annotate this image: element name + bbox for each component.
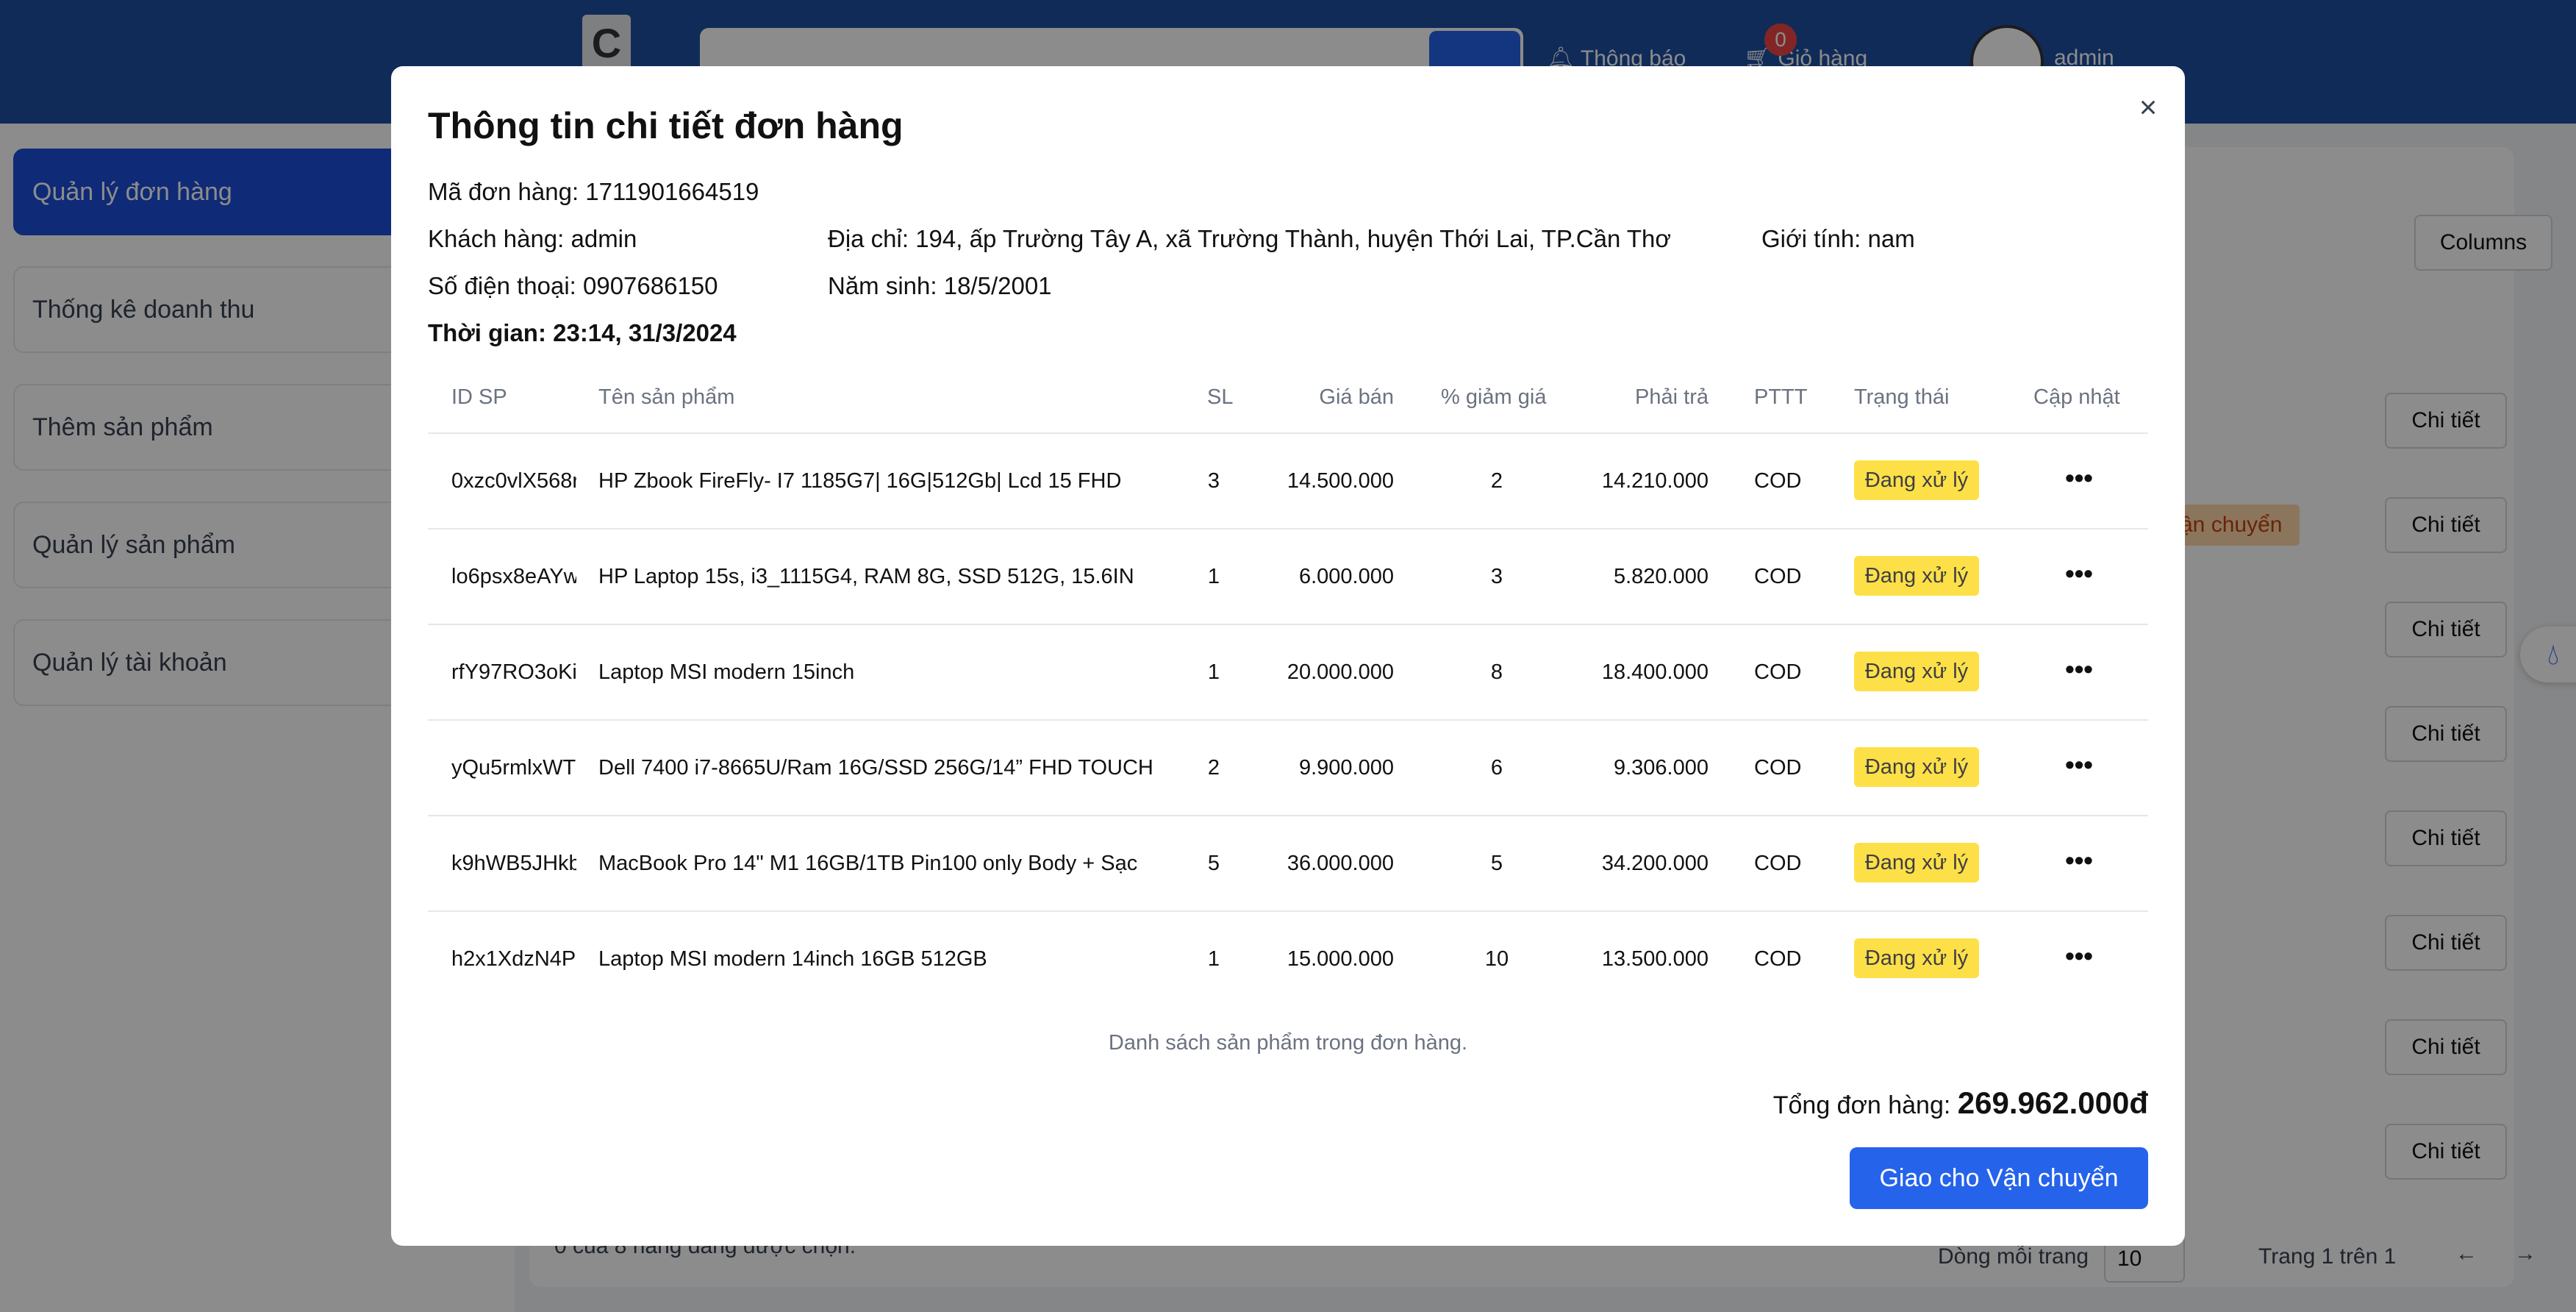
close-icon[interactable]: × (2126, 85, 2170, 129)
product-discount: 10 (1484, 947, 1509, 971)
more-options-icon[interactable]: ••• (2063, 656, 2095, 688)
payment-method: COD (1754, 469, 1802, 493)
product-id: yQu5rmlxWTY (451, 756, 576, 780)
status-badge: Đang xử lý (1854, 556, 1979, 596)
product-id: rfY97RO3oKi (451, 660, 576, 684)
product-price: 20.000.000 (1287, 660, 1394, 684)
column-header-status: Trạng thái (1854, 385, 1950, 409)
product-discount: 2 (1490, 469, 1503, 493)
more-options-icon[interactable]: ••• (2063, 943, 2095, 975)
payment-method: COD (1754, 852, 1802, 875)
order-id: Mã đơn hàng: 1711901664519 (428, 178, 759, 205)
column-header-pay: Phải trả (1635, 385, 1709, 409)
product-price: 15.000.000 (1287, 947, 1394, 971)
customer-name: Khách hàng: admin (428, 225, 637, 252)
product-name: HP Zbook FireFly- I7 1185G7| 16G|512Gb| … (598, 469, 1122, 493)
payment-method: COD (1754, 947, 1802, 971)
modal-title: Thông tin chi tiết đơn hàng (428, 105, 904, 146)
divider (428, 432, 2148, 434)
more-options-icon[interactable]: ••• (2063, 847, 2095, 880)
more-options-icon[interactable]: ••• (2063, 752, 2095, 784)
product-id: 0xzc0vlX568r (451, 469, 576, 493)
product-pay: 18.400.000 (1601, 660, 1709, 684)
product-name: Dell 7400 i7-8665U/Ram 16G/SSD 256G/14” … (598, 756, 1153, 780)
order-total: Tổng đơn hàng: 269.962.000đ (1773, 1085, 2148, 1121)
product-pay: 9.306.000 (1613, 756, 1709, 780)
more-options-icon[interactable]: ••• (2063, 560, 2095, 593)
status-badge: Đang xử lý (1854, 652, 1979, 691)
product-price: 14.500.000 (1287, 469, 1394, 493)
divider (428, 719, 2148, 721)
payment-method: COD (1754, 756, 1802, 780)
payment-method: COD (1754, 660, 1802, 684)
product-id: k9hWB5JHkb (451, 852, 576, 875)
status-badge: Đang xử lý (1854, 747, 1979, 787)
payment-method: COD (1754, 565, 1802, 588)
product-discount: 8 (1490, 660, 1503, 684)
product-id: lo6psx8eAYw (451, 565, 576, 588)
customer-phone: Số điện thoại: 0907686150 (428, 272, 718, 299)
product-qty: 5 (1207, 852, 1220, 875)
customer-address: Địa chỉ: 194, ấp Trường Tây A, xã Trường… (828, 225, 1672, 252)
divider (428, 528, 2148, 530)
product-id: h2x1XdzN4Pc (451, 947, 576, 971)
total-value: 269.962.000đ (1957, 1085, 2148, 1120)
divider (428, 624, 2148, 625)
status-badge: Đang xử lý (1854, 460, 1979, 500)
column-header-discount: % giảm giá (1441, 385, 1547, 409)
product-qty: 1 (1207, 565, 1220, 588)
product-name: Laptop MSI modern 14inch 16GB 512GB (598, 947, 987, 971)
column-header-id: ID SP (451, 385, 507, 409)
product-pay: 5.820.000 (1613, 565, 1709, 588)
column-header-name: Tên sản phẩm (598, 385, 735, 409)
product-pay: 34.200.000 (1601, 852, 1709, 875)
order-time: Thời gian: 23:14, 31/3/2024 (428, 319, 737, 346)
divider (428, 910, 2148, 912)
product-price: 6.000.000 (1298, 565, 1394, 588)
product-qty: 2 (1207, 756, 1220, 780)
total-label: Tổng đơn hàng: (1772, 1091, 1958, 1119)
product-qty: 1 (1207, 660, 1220, 684)
product-name: MacBook Pro 14" M1 16GB/1TB Pin100 only … (598, 852, 1138, 875)
column-header-method: PTTT (1754, 385, 1808, 409)
more-options-icon[interactable]: ••• (2063, 465, 2095, 497)
table-caption: Danh sách sản phẩm trong đơn hàng. (1108, 1031, 1468, 1055)
product-pay: 13.500.000 (1601, 947, 1709, 971)
product-price: 36.000.000 (1287, 852, 1394, 875)
status-badge: Đang xử lý (1854, 938, 1979, 978)
product-name: HP Laptop 15s, i3_1115G4, RAM 8G, SSD 51… (598, 565, 1134, 588)
product-discount: 3 (1490, 565, 1503, 588)
product-pay: 14.210.000 (1601, 469, 1709, 493)
product-qty: 1 (1207, 947, 1220, 971)
column-header-qty: SL (1207, 385, 1234, 409)
column-header-price: Giá bán (1319, 385, 1394, 409)
product-discount: 6 (1490, 756, 1503, 780)
product-discount: 5 (1490, 852, 1503, 875)
column-header-update: Cập nhật (2033, 385, 2120, 409)
product-name: Laptop MSI modern 15inch (598, 660, 855, 684)
ship-order-button[interactable]: Giao cho Vận chuyển (1850, 1147, 2148, 1209)
customer-gender: Giới tính: nam (1761, 225, 1915, 252)
status-badge: Đang xử lý (1854, 843, 1979, 883)
divider (428, 815, 2148, 816)
product-price: 9.900.000 (1298, 756, 1394, 780)
product-qty: 3 (1207, 469, 1220, 493)
customer-birth: Năm sinh: 18/5/2001 (828, 272, 1052, 299)
